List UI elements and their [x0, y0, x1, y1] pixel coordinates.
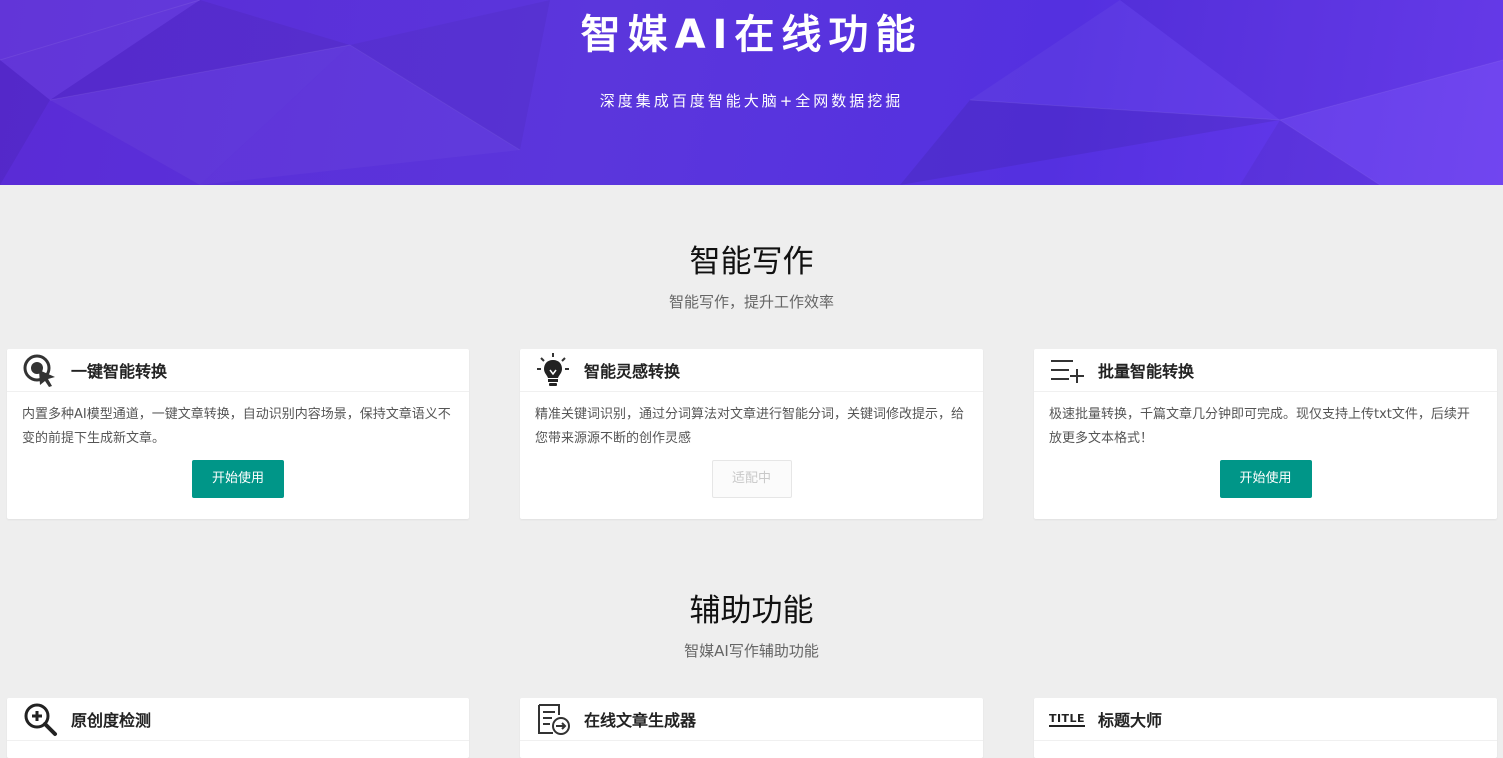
feature-card-batch-convert: 批量智能转换 极速批量转换，千篇文章几分钟即可完成。现仅支持上传txt文件，后续… [1034, 349, 1497, 519]
section-title-smart-writing: 智能写作 [689, 244, 814, 280]
zoom-in-icon [22, 701, 58, 737]
card-header: 在线文章生成器 [520, 698, 983, 741]
section-subtitle-smart-writing: 智能写作，提升工作效率 [668, 293, 834, 311]
hero-subtitle: 深度集成百度智能大脑+全网数据挖掘 [599, 92, 904, 110]
feature-card-article-generator[interactable]: 在线文章生成器 [520, 698, 983, 758]
adapting-button[interactable]: 适配中 [711, 460, 792, 498]
card-title: 在线文章生成器 [584, 711, 697, 730]
hero-banner: 智媒AI在线功能 深度集成百度智能大脑+全网数据挖掘 [0, 0, 1503, 185]
card-title: 智能灵感转换 [584, 362, 681, 381]
title-icon-text: TITLE [1048, 711, 1086, 727]
card-title: 批量智能转换 [1098, 362, 1195, 381]
start-button[interactable]: 开始使用 [192, 460, 284, 498]
card-header: 一键智能转换 [7, 349, 469, 392]
feature-card-originality-check[interactable]: 原创度检测 [7, 698, 469, 758]
card-title: 一键智能转换 [71, 362, 168, 381]
title-text-icon: TITLE [1048, 701, 1086, 737]
card-header: 智能灵感转换 [520, 349, 983, 392]
document-arrow-icon [535, 701, 571, 737]
section-title-auxiliary: 辅助功能 [689, 593, 814, 629]
card-header: TITLE 标题大师 [1034, 698, 1497, 741]
card-description: 精准关键词识别，通过分词算法对文章进行智能分词，关键词修改提示，给您带来源源不断… [535, 407, 965, 446]
card-description: 极速批量转换，千篇文章几分钟即可完成。现仅支持上传txt文件，后续开放更多文本格… [1049, 407, 1470, 446]
section-subtitle-auxiliary: 智媒AI写作辅助功能 [684, 642, 819, 660]
click-cursor-icon [22, 352, 58, 388]
card-title: 标题大师 [1098, 711, 1163, 730]
hero-title: 智媒AI在线功能 [580, 12, 923, 58]
feature-card-inspiration-convert: 智能灵感转换 精准关键词识别，通过分词算法对文章进行智能分词，关键词修改提示，给… [520, 349, 983, 519]
list-add-icon [1049, 352, 1085, 388]
start-button[interactable]: 开始使用 [1219, 460, 1312, 498]
lightbulb-icon [535, 352, 571, 388]
card-header: 原创度检测 [7, 698, 469, 741]
card-title: 原创度检测 [71, 711, 152, 730]
card-description: 内置多种AI模型通道，一键文章转换，自动识别内容场景，保持文章语义不变的前提下生… [22, 407, 451, 446]
card-header: 批量智能转换 [1034, 349, 1497, 392]
feature-card-title-master[interactable]: TITLE 标题大师 [1034, 698, 1497, 758]
feature-card-one-click-convert: 一键智能转换 内置多种AI模型通道，一键文章转换，自动识别内容场景，保持文章语义… [7, 349, 469, 519]
